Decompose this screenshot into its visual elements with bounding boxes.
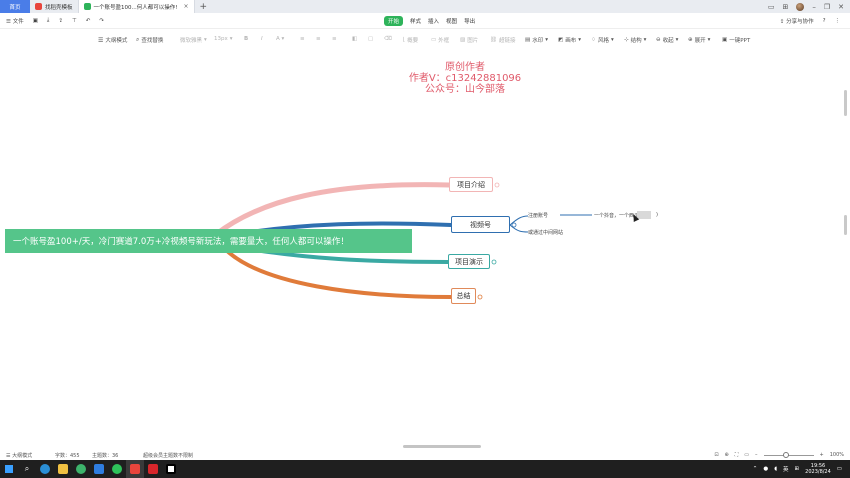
clock-date: 2023/8/24 <box>805 469 831 475</box>
present-icon[interactable]: ▭ <box>744 452 749 458</box>
fit-icon[interactable]: ⊡ <box>714 452 718 458</box>
vertical-scrollbar[interactable] <box>844 90 847 116</box>
explorer-icon[interactable] <box>54 460 72 478</box>
horizontal-scrollbar[interactable] <box>403 445 481 448</box>
edge-icon[interactable] <box>36 460 54 478</box>
root-topic[interactable]: 一个账号盈100+/天，冷门赛道7.0万+冷视频号新玩法，需要量大，任何人都可以… <box>5 229 412 253</box>
wps-icon[interactable] <box>126 460 144 478</box>
wechat-icon[interactable] <box>108 460 126 478</box>
subtopic-middle-site[interactable]: 或通过中间网站 <box>528 229 563 236</box>
search-taskbar-icon[interactable]: ⌕ <box>18 460 36 478</box>
locate-icon[interactable]: ⊕ <box>725 452 729 458</box>
capcut-icon[interactable] <box>162 460 180 478</box>
redacted-chip <box>637 211 651 219</box>
lang-indicator[interactable]: 英 <box>783 465 789 473</box>
fullscreen-icon[interactable]: ⛶ <box>735 452 739 458</box>
author-watermark: 原创作者 作者V：c13242881096 公众号：山今部落 <box>400 62 530 95</box>
vip-hint[interactable]: 超级会员主题数不限制 <box>143 452 193 459</box>
mic-icon[interactable]: ● <box>763 466 768 472</box>
zoom-slider[interactable] <box>763 451 814 458</box>
topic-summary[interactable]: 总结 <box>451 288 476 304</box>
collapse-dot-summary <box>477 294 483 300</box>
collapse-dot-demo <box>491 259 497 265</box>
branch-line-intro <box>212 182 452 238</box>
subtopic-register[interactable]: 注册账号 <box>528 212 548 219</box>
outline-mode-label: 大纲模式 <box>12 452 33 459</box>
status-bar: ☰ 大纲模式 字数：455 主题数：36 超级会员主题数不限制 ⊡ ⊕ ⛶ ▭ … <box>0 450 850 460</box>
branch-line-summary <box>222 246 453 299</box>
vertical-scroll-marker <box>844 215 847 235</box>
collapse-dot-video <box>511 222 517 228</box>
notification-icon[interactable]: ▭ <box>837 466 842 472</box>
zoom-level[interactable]: 100% <box>830 452 844 458</box>
close-paren-glyph: ) <box>656 212 658 218</box>
zoom-in-button[interactable]: + <box>820 452 824 458</box>
outline-mode-status[interactable]: ☰ 大纲模式 <box>6 452 32 459</box>
topic-project-demo[interactable]: 项目演示 <box>448 254 490 269</box>
windows-taskbar: ⌕ ⌃ ● ◖ 英 ⊞ 19:56 2023/8/24 ▭ <box>0 460 850 478</box>
tray-expand-icon[interactable]: ⌃ <box>753 466 758 472</box>
blue-app-icon[interactable] <box>90 460 108 478</box>
volume-icon[interactable]: ◖ <box>774 466 777 472</box>
zoom-out-button[interactable]: – <box>755 452 758 458</box>
topic-count: 主题数：36 <box>92 452 119 459</box>
zoom-thumb[interactable] <box>782 451 789 458</box>
topic-video-account[interactable]: 视频号 <box>451 216 510 233</box>
watermark-line-2: 作者V：c13242881096 <box>408 73 522 84</box>
word-count: 字数：455 <box>55 452 80 459</box>
collapse-dot-intro <box>494 182 500 188</box>
windows-start-icon[interactable] <box>0 460 18 478</box>
topic-project-intro[interactable]: 项目介绍 <box>449 177 493 192</box>
system-tray: ⌃ ● ◖ 英 ⊞ 19:56 2023/8/24 ▭ <box>753 460 842 478</box>
watermark-line-3: 公众号：山今部落 <box>425 84 505 95</box>
watermark-line-1: 原创作者 <box>445 62 485 73</box>
green-app-icon[interactable] <box>72 460 90 478</box>
recorder-icon[interactable] <box>144 460 162 478</box>
clock[interactable]: 19:56 2023/8/24 <box>805 463 831 475</box>
input-method-icon[interactable]: ⊞ <box>795 466 800 472</box>
